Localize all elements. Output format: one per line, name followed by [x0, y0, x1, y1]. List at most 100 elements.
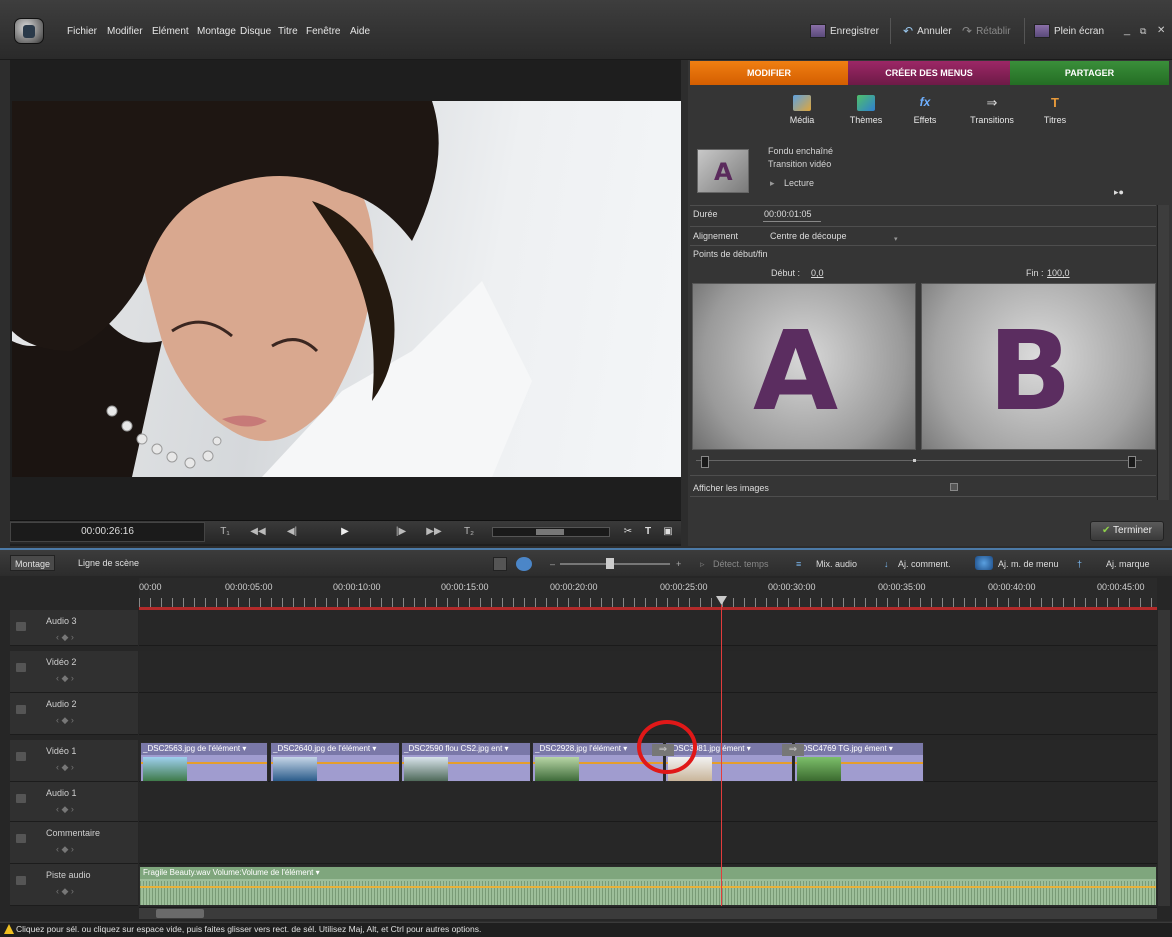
marker-icon[interactable]: †	[1077, 557, 1082, 571]
tool-themes[interactable]: Thèmes	[836, 95, 896, 125]
detect-tempo-icon[interactable]: ▹	[700, 557, 705, 571]
volume-line[interactable]	[140, 886, 1156, 888]
minimize-icon[interactable]: _	[1124, 24, 1130, 36]
play-small-icon[interactable]: ▸	[770, 178, 775, 189]
track-nav-arrows[interactable]: ‹ ◆ ›	[56, 886, 74, 897]
save-button[interactable]: Enregistrer	[810, 20, 879, 42]
menu-title[interactable]: Titre	[278, 26, 298, 37]
track-header-audio2[interactable]: Audio 2 ‹ ◆ ›	[10, 693, 138, 735]
redo-button[interactable]: ↷ Rétablir	[962, 20, 1011, 42]
video-clip[interactable]: _DSC2640.jpg de l'élément ▾	[270, 742, 400, 782]
zoom-slider-thumb[interactable]	[606, 558, 614, 569]
video-preview[interactable]	[12, 101, 681, 477]
track-nav-arrows[interactable]: ‹ ◆ ›	[56, 673, 74, 684]
soundtrack-clip[interactable]: Fragile Beauty.wav Volume:Volume de l'él…	[139, 866, 1157, 906]
track-narration[interactable]	[139, 822, 1157, 864]
tool-effects[interactable]: fx Effets	[895, 95, 955, 125]
rewind-icon[interactable]: ◀◀	[250, 523, 266, 541]
track-nav-arrows[interactable]: ‹ ◆ ›	[56, 804, 74, 815]
track-header-audio1[interactable]: Audio 1 ‹ ◆ ›	[10, 782, 138, 822]
tool-titles[interactable]: T Titres	[1025, 95, 1085, 125]
restore-icon[interactable]: ⧉	[1140, 26, 1146, 37]
audio-mix-icon[interactable]: ≡	[796, 557, 801, 571]
slider-end-handle[interactable]	[1128, 456, 1136, 468]
tab-scene-line[interactable]: Ligne de scène	[74, 555, 143, 571]
video-clip[interactable]: _DSC4769 TG.jpg ément ▾	[794, 742, 924, 782]
track-audio1[interactable]	[139, 782, 1157, 822]
menu-help[interactable]: Aide	[350, 26, 370, 37]
audio-mix-button[interactable]: Mix. audio	[816, 557, 857, 571]
alignment-dropdown[interactable]: Centre de découpe	[770, 231, 847, 241]
video-clip[interactable]: _DSC2590 flou CS2.jpg ent ▾	[401, 742, 531, 782]
track-header-video2[interactable]: Vidéo 2 ‹ ◆ ›	[10, 651, 138, 693]
menu-disc[interactable]: Disque	[240, 26, 271, 37]
track-header-soundtrack[interactable]: Piste audio ‹ ◆ ›	[10, 864, 138, 906]
add-menu-marker-button[interactable]: Aj. m. de menu	[998, 557, 1059, 571]
app-logo-icon[interactable]	[14, 18, 44, 44]
monitor-timecode[interactable]: 00:00:26:16	[10, 522, 205, 542]
add-comment-button[interactable]: Aj. comment.	[898, 557, 951, 571]
track-nav-arrows[interactable]: ‹ ◆ ›	[56, 715, 74, 726]
show-images-checkbox[interactable]	[950, 483, 958, 491]
duration-value[interactable]: 00:00:01:05	[764, 209, 812, 219]
tab-create-menus[interactable]: CRÉER DES MENUS	[848, 61, 1010, 85]
snapshot-camera-icon[interactable]: ▣	[660, 523, 676, 541]
track-video2[interactable]	[139, 651, 1157, 693]
track-nav-arrows[interactable]: ‹ ◆ ›	[56, 632, 74, 643]
undo-button[interactable]: ↶ Annuler	[903, 20, 952, 42]
menu-element[interactable]: Elément	[152, 26, 189, 37]
panel-scrollbar[interactable]	[1157, 205, 1169, 500]
track-header-video1[interactable]: Vidéo 1 ‹ ◆ ›	[10, 740, 138, 782]
step-forward-icon[interactable]: |▶	[393, 523, 409, 541]
finish-button[interactable]: ✔ Terminer	[1090, 521, 1164, 541]
selection-tool-icon[interactable]	[493, 557, 507, 571]
detect-tempo-button[interactable]: Détect. temps	[713, 557, 769, 571]
fullscreen-button[interactable]: Plein écran	[1034, 20, 1104, 42]
close-icon[interactable]: ✕	[1157, 25, 1165, 36]
transition-marker[interactable]: ⇒	[782, 744, 804, 756]
timeline-horizontal-scrollbar[interactable]	[139, 907, 1157, 919]
tab-modify[interactable]: MODIFIER	[690, 61, 848, 85]
transition-play-label[interactable]: Lecture	[784, 178, 814, 188]
panel-options-icon[interactable]: ▸●	[1114, 187, 1124, 198]
clip-thumbnail	[404, 757, 448, 781]
track-header-audio3[interactable]: Audio 3 ‹ ◆ ›	[10, 610, 138, 646]
menu-marker-icon[interactable]	[975, 556, 993, 570]
end-value[interactable]: 100,0	[1047, 268, 1070, 278]
menu-file[interactable]: Fichier	[67, 26, 97, 37]
track-nav-arrows[interactable]: ‹ ◆ ›	[56, 844, 74, 855]
shuttle-thumb[interactable]	[536, 529, 564, 535]
tab-share[interactable]: PARTAGER	[1010, 61, 1169, 85]
goto-end-icon[interactable]: T₂	[461, 523, 477, 541]
tool-transitions[interactable]: ⇒ Transitions	[962, 95, 1022, 125]
split-clip-icon[interactable]: ✂	[621, 523, 635, 541]
zoom-out-icon[interactable]: –	[550, 557, 555, 571]
step-back-icon[interactable]: ◀|	[284, 523, 300, 541]
menu-window[interactable]: Fenêtre	[306, 26, 340, 37]
fast-forward-icon[interactable]: ▶▶	[426, 523, 442, 541]
time-stretch-icon[interactable]	[516, 557, 532, 571]
slider-start-handle[interactable]	[701, 456, 709, 468]
microphone-icon[interactable]: ↓	[884, 557, 889, 571]
zoom-slider[interactable]	[560, 563, 670, 565]
video-clip[interactable]: _DSC2563.jpg de l'élément ▾	[140, 742, 268, 782]
chevron-down-icon[interactable]: ▾	[894, 235, 898, 243]
tab-montage[interactable]: Montage	[10, 555, 56, 571]
playhead-line[interactable]	[721, 605, 722, 906]
menu-montage[interactable]: Montage	[197, 26, 236, 37]
zoom-in-icon[interactable]: +	[676, 557, 681, 571]
timeline-scroll-thumb[interactable]	[156, 909, 204, 918]
start-value[interactable]: 0,0	[811, 268, 824, 278]
track-nav-arrows[interactable]: ‹ ◆ ›	[56, 762, 74, 773]
track-header-narration[interactable]: Commentaire ‹ ◆ ›	[10, 822, 138, 864]
add-marker-button[interactable]: Aj. marque	[1106, 557, 1150, 571]
title-text-icon[interactable]: T	[641, 523, 655, 541]
track-audio3[interactable]	[139, 610, 1157, 646]
play-icon[interactable]: ▶	[337, 523, 353, 541]
tool-media[interactable]: Média	[772, 95, 832, 125]
timeline-vertical-scrollbar[interactable]	[1158, 610, 1170, 906]
menu-edit[interactable]: Modifier	[107, 26, 143, 37]
goto-start-icon[interactable]: T₁	[217, 523, 233, 541]
transition-slider-track[interactable]	[696, 460, 1142, 466]
redo-arrow-icon: ↷	[962, 24, 973, 38]
